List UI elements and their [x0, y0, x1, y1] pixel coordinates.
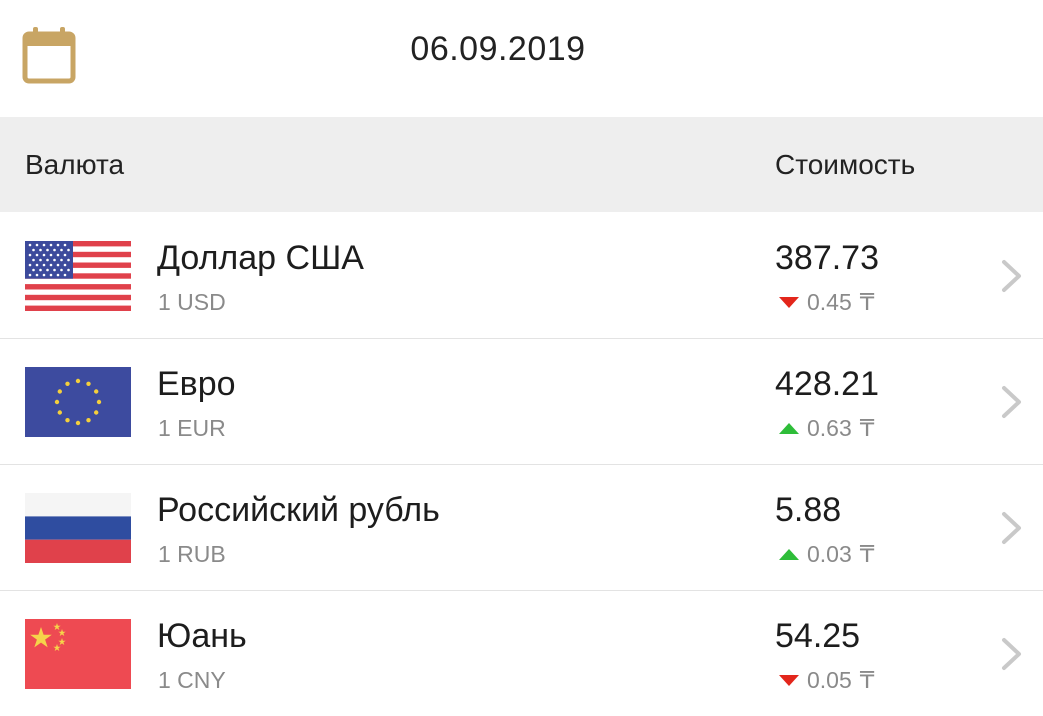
rate-change: 0.63 ₸	[779, 415, 874, 442]
chevron-right-icon	[1002, 512, 1021, 544]
currency-name: Доллар США	[157, 239, 364, 277]
currency-rate: 428.21	[775, 365, 879, 403]
down-arrow-icon	[779, 675, 799, 686]
us-flag-icon	[25, 241, 131, 311]
change-value: 0.63	[807, 415, 852, 441]
currency-code: 1 USD	[158, 289, 226, 315]
currency-column-header: Валюта	[25, 149, 125, 180]
up-arrow-icon	[779, 549, 799, 560]
rate-change: 0.45 ₸	[779, 289, 874, 316]
tenge-symbol: ₸	[859, 289, 875, 315]
price-column-header: Стоимость	[775, 149, 916, 180]
rate-change: 0.03 ₸	[779, 541, 874, 568]
tenge-symbol: ₸	[859, 667, 875, 693]
currency-row-cny[interactable]: Юань 1 CNY 54.25 0.05 ₸	[0, 591, 1043, 716]
chevron-right-icon	[1002, 638, 1021, 670]
table-header: Валюта Стоимость	[0, 117, 1043, 212]
up-arrow-icon	[779, 423, 799, 434]
currency-name: Юань	[157, 617, 247, 655]
currency-rate: 387.73	[775, 239, 879, 277]
currency-rate: 5.88	[775, 491, 842, 529]
currency-name: Российский рубль	[157, 491, 440, 529]
change-value: 0.45	[807, 289, 852, 315]
change-value: 0.03	[807, 541, 852, 567]
tenge-symbol: ₸	[859, 541, 875, 567]
currency-rate: 54.25	[775, 617, 861, 655]
currency-list: Доллар США 1 USD 387.73 0.45 ₸ Евро 1 EU…	[0, 213, 1043, 716]
eu-flag-icon	[25, 367, 131, 437]
currency-row-usd[interactable]: Доллар США 1 USD 387.73 0.45 ₸	[0, 213, 1043, 339]
currency-name: Евро	[157, 365, 236, 403]
cn-flag-icon	[25, 619, 131, 689]
chevron-right-icon	[1002, 260, 1021, 292]
down-arrow-icon	[779, 297, 799, 308]
currency-code: 1 RUB	[158, 541, 226, 567]
change-value: 0.05	[807, 667, 852, 693]
ru-flag-icon	[25, 493, 131, 563]
currency-code: 1 CNY	[158, 667, 226, 693]
currency-code: 1 EUR	[158, 415, 226, 441]
rate-change: 0.05 ₸	[779, 667, 874, 694]
top-bar: 06.09.2019	[0, 0, 1043, 116]
date-title[interactable]: 06.09.2019	[0, 30, 996, 69]
tenge-symbol: ₸	[859, 415, 875, 441]
currency-row-eur[interactable]: Евро 1 EUR 428.21 0.63 ₸	[0, 339, 1043, 465]
currency-row-rub[interactable]: Российский рубль 1 RUB 5.88 0.03 ₸	[0, 465, 1043, 591]
chevron-right-icon	[1002, 386, 1021, 418]
